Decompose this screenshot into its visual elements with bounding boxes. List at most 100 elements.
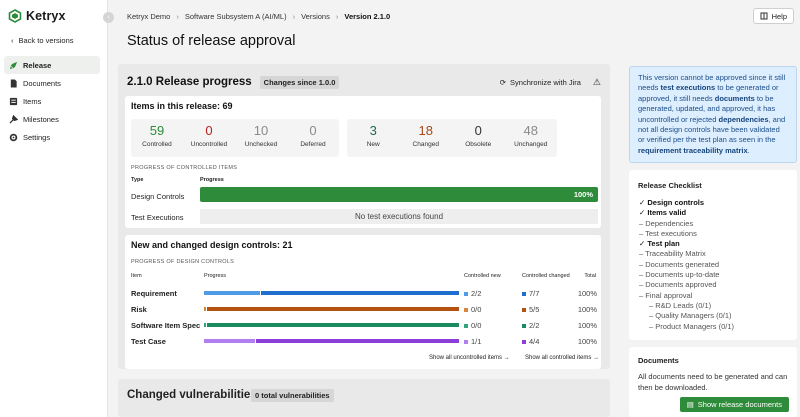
stat-label: Unchanged (514, 141, 548, 148)
stat-deferred[interactable]: 0 Deferred (287, 119, 339, 157)
info-link-traceability-matrix[interactable]: requirement traceability matrix (638, 146, 748, 155)
show-release-documents-button[interactable]: ▤ Show release documents (679, 397, 789, 412)
legend-square-icon (522, 307, 526, 312)
checklist-item[interactable]: – Test executions (639, 229, 734, 239)
legend-square-icon (522, 323, 526, 328)
checklist-label: Documents up-to-date (645, 270, 720, 280)
checklist-label: Traceability Matrix (645, 249, 706, 259)
rocket-icon (9, 61, 18, 69)
progress-bar (204, 323, 459, 327)
checklist-item[interactable]: ✓ Design controls (639, 198, 734, 208)
checklist-item[interactable]: – Final approval (639, 291, 734, 301)
stat-changed[interactable]: 18 Changed (400, 119, 453, 157)
checklist-item[interactable]: – Traceability Matrix (639, 249, 734, 259)
logo[interactable]: Ketryx (8, 9, 66, 23)
checklist-item[interactable]: – Documents generated (639, 260, 734, 270)
refresh-icon: ⟳ (499, 77, 507, 87)
sidebar-item-label: Documents (23, 78, 61, 88)
info-link-test-executions[interactable]: test executions (661, 83, 716, 92)
legend-square-icon (522, 291, 526, 296)
stat-controlled[interactable]: 59 Controlled (131, 119, 183, 157)
info-link-documents[interactable]: documents (715, 94, 755, 103)
progress-changed-segment (207, 323, 459, 327)
stat-new[interactable]: 3 New (347, 119, 400, 157)
total-value: 100% (577, 305, 597, 314)
checklist-item[interactable]: ✓ Test plan (639, 239, 734, 249)
chevron-right-icon: › (335, 12, 339, 21)
checklist-item[interactable]: – Product Managers (0/1) (639, 322, 734, 332)
stat-value: 0 (309, 123, 317, 138)
sidebar-item-documents[interactable]: Documents (4, 74, 100, 92)
col-type: Type (131, 177, 144, 183)
info-text: . (747, 145, 750, 155)
vulnerabilities-title: Changed vulnerabilities (127, 389, 257, 401)
stat-label: Controlled (142, 141, 172, 148)
checklist-label: Product Managers (0/1) (655, 321, 735, 331)
chevron-left-icon: ‹ (11, 36, 14, 45)
col-total: Total (584, 273, 596, 279)
list-icon (9, 97, 18, 105)
breadcrumb-item[interactable]: Software Subsystem A (AI/ML) (185, 12, 287, 21)
show-uncontrolled-link[interactable]: Show all uncontrolled items → (429, 355, 510, 361)
design-control-row[interactable]: Software Item Spec 0/0 2/2 100% (125, 318, 601, 332)
stat-value: 3 (369, 123, 377, 138)
back-to-versions-link[interactable]: ‹ Back to versions (11, 36, 74, 45)
sidebar-item-settings[interactable]: Settings (4, 128, 100, 146)
synchronize-jira-button[interactable]: ⟳ Synchronize with Jira (500, 78, 581, 87)
sidebar-item-milestones[interactable]: Milestones (4, 110, 100, 128)
breadcrumb-item[interactable]: Ketryx Demo (127, 12, 170, 21)
col-controlled-new: Controlled new (464, 273, 501, 279)
design-control-row[interactable]: Risk 0/0 5/5 100% (125, 302, 601, 316)
checklist-item[interactable]: – Documents up-to-date (639, 270, 734, 280)
warning-icon[interactable]: ⚠ (593, 77, 601, 88)
controlled-changed: 4/4 (522, 337, 539, 346)
stat-value: 10 (253, 123, 269, 138)
info-link-dependencies[interactable]: dependencies (718, 115, 768, 124)
stat-unchecked[interactable]: 10 Unchecked (235, 119, 287, 157)
row-test-executions[interactable]: Test Executions (131, 213, 184, 222)
back-label: Back to versions (18, 36, 74, 45)
controlled-changed-value: 2/2 (529, 321, 540, 330)
legend-square-icon (464, 339, 468, 344)
sidebar-nav: Release Documents Items Milestones Setti… (4, 56, 100, 146)
progress-bar (204, 307, 459, 311)
row-design-controls[interactable]: Design Controls (131, 192, 184, 201)
row-name: Risk (131, 305, 147, 314)
sidebar-item-release[interactable]: Release (4, 56, 100, 74)
stat-label: Uncontrolled (190, 141, 228, 148)
stat-value: 18 (418, 123, 433, 138)
document-icon: ▤ (686, 400, 694, 409)
stat-unchanged[interactable]: 48 Unchanged (505, 119, 558, 157)
progress-heading: PROGRESS OF CONTROLLED ITEMS (131, 165, 238, 171)
checklist-label: Documents generated (645, 259, 720, 269)
checklist-item[interactable]: – Documents approved (639, 280, 734, 290)
stat-uncontrolled[interactable]: 0 Uncontrolled (183, 119, 235, 157)
changes-since-badge: Changes since 1.0.0 (259, 75, 340, 89)
progress-value: 100% (573, 190, 593, 199)
controlled-changed-value: 7/7 (529, 289, 540, 298)
chevron-right-icon: › (176, 12, 179, 21)
sidebar-item-items[interactable]: Items (4, 92, 100, 110)
design-control-row[interactable]: Test Case 1/1 4/4 100% (125, 334, 601, 348)
sidebar-item-label: Settings (23, 132, 51, 142)
design-controls-progress-bar: 100% (200, 187, 598, 202)
checklist-item[interactable]: – R&D Leads (0/1) (639, 301, 734, 311)
checklist-label: Final approval (645, 290, 693, 300)
help-button[interactable]: Help (752, 8, 794, 24)
collapse-sidebar-button[interactable]: ‹ (103, 12, 114, 23)
checklist-label: Test plan (647, 239, 680, 249)
controlled-changed-value: 4/4 (529, 337, 540, 346)
stat-obsolete[interactable]: 0 Obsolete (452, 119, 505, 157)
checklist-label: Quality Managers (0/1) (655, 311, 732, 321)
design-card-title: New and changed design controls: 21 (131, 240, 293, 250)
col-progress: Progress (200, 177, 224, 183)
chevron-right-icon: › (292, 12, 296, 21)
design-control-row[interactable]: Requirement 2/2 7/7 100% (125, 286, 601, 300)
breadcrumb-item[interactable]: Versions (301, 12, 330, 21)
show-controlled-link[interactable]: Show all controlled items → (525, 355, 599, 361)
controlled-stats: 59 Controlled 0 Uncontrolled 10 Unchecked 0 Def… (131, 119, 339, 157)
checklist-item[interactable]: ✓ Items valid (639, 208, 734, 218)
checklist-item[interactable]: – Quality Managers (0/1) (639, 311, 734, 321)
checklist-item[interactable]: – Dependencies (639, 219, 734, 229)
progress-bar (204, 339, 459, 343)
